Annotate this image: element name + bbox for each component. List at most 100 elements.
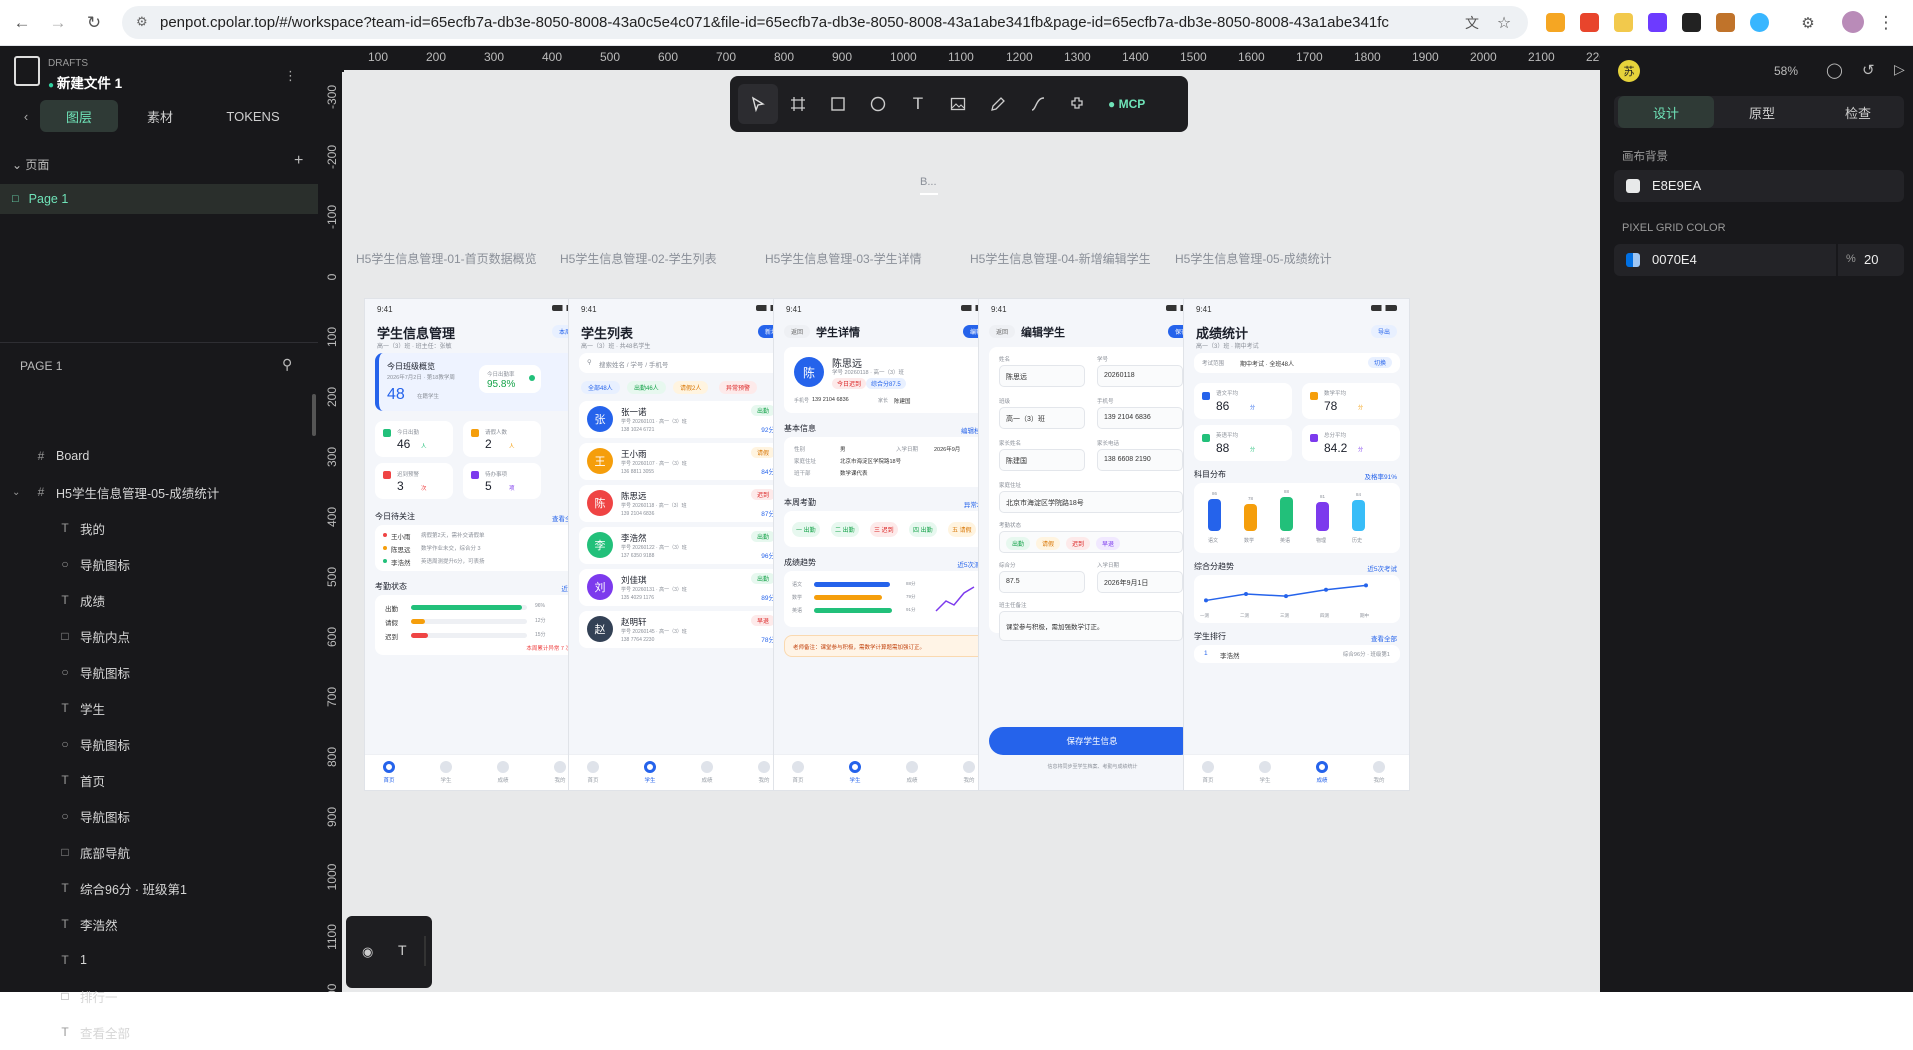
filter-chip[interactable]: 异常预警 — [719, 381, 758, 394]
layer-item[interactable]: ○ 导航图标 — [0, 654, 320, 690]
filter-chip[interactable]: 请假2人 — [673, 381, 709, 394]
extension-icon[interactable] — [1580, 13, 1599, 32]
stat-card[interactable]: 今日出勤 46 人 — [375, 421, 453, 457]
forward-icon[interactable]: → — [46, 11, 70, 35]
color-palette-icon[interactable]: ◉ — [362, 944, 373, 960]
pass-rate-link[interactable]: 及格率91% — [1364, 471, 1397, 481]
extensions-puzzle-icon[interactable]: ⚙ — [1796, 11, 1820, 35]
frame-title[interactable]: H5学生信息管理-01-首页数据概览 — [356, 250, 537, 267]
extension-icon[interactable] — [1648, 13, 1667, 32]
tab-tokens[interactable]: TOKENS — [212, 100, 294, 132]
address-bar[interactable]: ⚙ penpot.cpolar.top/#/workspace?team-id=… — [122, 6, 1528, 39]
rectangle-tool-icon[interactable] — [818, 84, 858, 124]
student-row[interactable]: 赵赵明轩 学号 20260145 · 高一（3）班 138 7764 2230 早退 7… — [579, 611, 785, 648]
extension-icon[interactable] — [1546, 13, 1565, 32]
board-tool-icon[interactable] — [778, 84, 818, 124]
file-name[interactable]: ● 新建文件 1 — [48, 72, 122, 92]
collapse-sidebar-icon[interactable]: ‹ — [12, 100, 40, 132]
search-input[interactable]: ⚲ 搜索姓名 / 学号 / 手机号 — [579, 353, 785, 373]
layer-item[interactable]: ○ 导航图标 — [0, 798, 320, 834]
score-input[interactable]: 87.5 — [999, 571, 1085, 593]
canvas-board[interactable]: B... H5学生信息管理-01-首页数据概览 H5学生信息管理-02-学生列表 H5… — [342, 72, 1600, 992]
tab-item[interactable]: 成绩 — [1302, 761, 1342, 784]
stat-card[interactable]: 请假人数 2 人 — [463, 421, 541, 457]
layer-item[interactable]: □ 导航内点 — [0, 618, 320, 654]
search-layers-icon[interactable]: ⚲ — [282, 356, 292, 373]
layer-item[interactable]: T1 — [0, 942, 320, 978]
tab-item[interactable]: 学生 — [630, 761, 670, 784]
layers-scrollbar[interactable] — [312, 394, 316, 436]
frame-title[interactable]: H5学生信息管理-02-学生列表 — [560, 250, 717, 267]
address-input[interactable]: 北京市海淀区学院路18号 — [999, 491, 1183, 513]
layer-item[interactable]: □ 底部导航 — [0, 834, 320, 870]
tab-item[interactable]: 我的 — [1359, 761, 1399, 784]
attendance-option[interactable]: 请假 — [1036, 537, 1061, 550]
layer-item[interactable]: T 首页 — [0, 762, 320, 798]
image-tool-icon[interactable] — [938, 84, 978, 124]
tab-assets[interactable]: 素材 — [124, 100, 196, 132]
filter-chip[interactable]: 全部48人 — [581, 381, 620, 394]
user-avatar[interactable]: 苏 — [1618, 60, 1640, 82]
extension-icon[interactable] — [1682, 13, 1701, 32]
extension-icon[interactable] — [1614, 13, 1633, 32]
tab-layers[interactable]: 图层 — [40, 100, 118, 132]
play-icon[interactable]: ▷ — [1894, 61, 1905, 78]
tab-item[interactable]: 首页 — [1188, 761, 1228, 784]
stat-card[interactable]: 待办事项 5 项 — [463, 463, 541, 499]
form-input[interactable]: 139 2104 6836 — [1097, 407, 1183, 429]
attendance-option[interactable]: 出勤 — [1006, 537, 1031, 550]
layer-item[interactable]: T 综合96分 · 班级第1 — [0, 870, 320, 906]
layer-item[interactable]: T 查看全部 — [0, 1014, 320, 1050]
extension-icon[interactable] — [1716, 13, 1735, 32]
path-tool-icon[interactable] — [1018, 84, 1058, 124]
design-canvas[interactable]: 100 200 300 400 500 600 700 800 900 1000 1100 1200 1… — [320, 46, 1600, 992]
translate-icon[interactable]: 文 — [1460, 11, 1484, 35]
vertical-ruler[interactable]: -300 -200 -100 0 100 200 300 400 500 600 700 800 900… — [320, 70, 344, 992]
view-all-link[interactable]: 查看全部 — [1371, 633, 1397, 643]
layer-item[interactable]: # Board — [0, 438, 320, 474]
history-icon[interactable]: ↺ — [1862, 61, 1875, 79]
horizontal-ruler[interactable]: 100 200 300 400 500 600 700 800 900 1000 1100 1200 1… — [320, 46, 1600, 70]
profile-avatar[interactable] — [1842, 11, 1864, 33]
phone-student-list[interactable]: 9:41 学生列表 高一（3）班 · 共48名学生 新增 ⚲ 搜索姓名 / 学号 / 手机… — [568, 298, 795, 791]
back-icon[interactable]: ← — [10, 11, 34, 35]
bookmark-star-icon[interactable]: ☆ — [1492, 11, 1516, 35]
pages-toggle[interactable]: ⌄ 页面 — [12, 156, 49, 173]
ranking-row[interactable]: 1 李浩然 综合96分 · 班级第1 — [1194, 645, 1400, 663]
mcp-button[interactable]: ● MCP — [1098, 84, 1155, 124]
typography-icon[interactable]: T — [398, 942, 407, 958]
phone-edit-student[interactable]: 9:41 返回 编辑学生 保存 姓名 陈思远 学号 20260118 班级 高一（3）班 手机号 13… — [978, 298, 1205, 791]
note-textarea[interactable]: 课堂参与积极，需加强数学订正。 — [999, 611, 1183, 641]
phone-grade-statistics[interactable]: 9:41 成绩统计 高一（3）班 · 期中考试 导出 考试范围 期中考试 · 全班48人 切… — [1183, 298, 1410, 791]
student-row[interactable]: 陈陈思远 学号 20260118 · 高一（3）班 139 2104 6836 迟到 8… — [579, 485, 785, 522]
stat-card[interactable]: 迟到预警 3 次 — [375, 463, 453, 499]
attendance-option[interactable]: 迟到 — [1066, 537, 1091, 550]
pencil-tool-icon[interactable] — [978, 84, 1018, 124]
filter-chip[interactable]: 出勤46人 — [627, 381, 666, 394]
tab-item[interactable]: 学生 — [835, 761, 875, 784]
text-tool-icon[interactable]: T — [898, 84, 938, 124]
frame-title[interactable]: H5学生信息管理-03-学生详情 — [765, 250, 922, 267]
layer-item[interactable]: ○ 导航图标 — [0, 726, 320, 762]
save-student-button[interactable]: 保存学生信息 — [989, 727, 1195, 755]
file-menu-icon[interactable]: ⋮ — [284, 68, 297, 84]
score-trend-link[interactable]: 近5次考试 — [1367, 563, 1397, 573]
tab-prototype[interactable]: 原型 — [1714, 96, 1810, 128]
tab-item[interactable]: 学生 — [1245, 761, 1285, 784]
frame-title[interactable]: H5学生信息管理-04-新增编辑学生 — [970, 250, 1151, 267]
student-row[interactable]: 王王小雨 学号 20260107 · 高一（3）班 136 8811 3055 请假 8… — [579, 443, 785, 480]
site-info-icon[interactable]: ⚙ — [136, 14, 148, 30]
tab-inspect[interactable]: 检查 — [1810, 96, 1906, 128]
back-button[interactable]: 返回 — [989, 325, 1016, 338]
grid-opacity-field[interactable]: % 20 — [1838, 244, 1904, 276]
tab-item[interactable]: 首页 — [573, 761, 613, 784]
form-input[interactable]: 20260118 — [1097, 365, 1183, 387]
plugins-icon[interactable] — [1058, 84, 1098, 124]
tab-item[interactable]: 首页 — [778, 761, 818, 784]
form-input[interactable]: 陈建国 — [999, 449, 1085, 471]
grid-color-swatch[interactable] — [1626, 253, 1640, 267]
reload-icon[interactable]: ↻ — [82, 11, 106, 35]
student-row[interactable]: 刘刘佳琪 学号 20260131 · 高一（3）班 135 4029 1176 出勤 8… — [579, 569, 785, 606]
student-row[interactable]: 张张一诺 学号 20260101 · 高一（3）班 138 1024 6721 出勤 9… — [579, 401, 785, 438]
tab-item[interactable]: 成绩 — [483, 761, 523, 784]
